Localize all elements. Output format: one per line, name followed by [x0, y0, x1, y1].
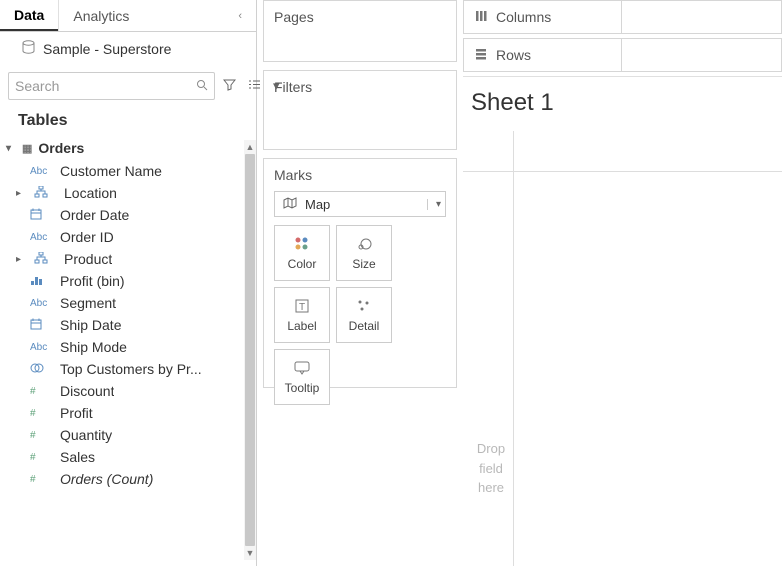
field-orders-count[interactable]: # Orders (Count) [0, 468, 256, 490]
filters-header: Filters [264, 71, 456, 103]
type-date-icon [30, 318, 50, 333]
scroll-up-icon[interactable]: ▲ [244, 140, 256, 154]
caret-right-icon: ▸ [16, 188, 24, 199]
mark-type-label: Map [305, 197, 330, 212]
field-order-id[interactable]: Abc Order ID [0, 226, 256, 248]
type-number-icon: # [30, 430, 50, 441]
canvas-vline [513, 131, 514, 566]
type-string-icon: Abc [30, 232, 50, 243]
view-list-icon[interactable] [244, 76, 265, 96]
columns-shelf[interactable]: Columns [463, 0, 782, 34]
mark-label-button[interactable]: T Label [274, 287, 330, 343]
pages-card[interactable]: Pages [263, 0, 457, 62]
field-order-date[interactable]: Order Date [0, 204, 256, 226]
tab-analytics-label: Analytics [73, 8, 129, 24]
type-string-icon: Abc [30, 342, 50, 353]
type-number-icon: # [30, 386, 50, 397]
field-profit[interactable]: # Profit [0, 402, 256, 424]
type-hierarchy-icon [34, 186, 54, 201]
size-icon [355, 235, 373, 253]
datasource-row[interactable]: Sample - Superstore [0, 32, 256, 66]
datasource-name: Sample - Superstore [43, 41, 171, 57]
scrollbar[interactable]: ▲ ▼ [244, 140, 256, 560]
table-name: Orders [38, 140, 84, 156]
columns-label: Columns [496, 9, 551, 25]
rows-shelf[interactable]: Rows [463, 38, 782, 72]
mark-detail-button[interactable]: Detail [336, 287, 392, 343]
mark-size-button[interactable]: Size [336, 225, 392, 281]
type-date-icon [30, 208, 50, 223]
canvas-hline [463, 171, 782, 172]
type-number-icon: # [30, 408, 50, 419]
field-product[interactable]: ▸ Product [0, 248, 256, 270]
marks-header: Marks [264, 159, 456, 191]
field-location[interactable]: ▸ Location [0, 182, 256, 204]
rows-label: Rows [496, 47, 531, 63]
tables-header: Tables [0, 106, 256, 136]
mark-tooltip-button[interactable]: Tooltip [274, 349, 330, 405]
type-string-icon: Abc [30, 166, 50, 177]
type-string-icon: Abc [30, 298, 50, 309]
rows-dropzone[interactable] [622, 39, 781, 71]
type-set-icon [30, 362, 50, 377]
columns-icon [474, 9, 488, 26]
detail-icon [355, 297, 373, 315]
chevron-down-icon: ▾ [427, 199, 441, 210]
field-discount[interactable]: # Discount [0, 380, 256, 402]
pages-header: Pages [264, 1, 456, 33]
field-sales[interactable]: # Sales [0, 446, 256, 468]
type-bin-icon [30, 274, 50, 289]
sheet-title[interactable]: Sheet 1 [471, 87, 782, 127]
field-quantity[interactable]: # Quantity [0, 424, 256, 446]
caret-right-icon: ▸ [16, 254, 24, 265]
marks-card: Marks Map ▾ Color Size [263, 158, 457, 388]
table-orders[interactable]: ▾ ▦ Orders [0, 136, 256, 160]
filter-icon[interactable] [219, 76, 240, 96]
search-input[interactable] [15, 78, 196, 94]
field-ship-mode[interactable]: Abc Ship Mode [0, 336, 256, 358]
mark-color-button[interactable]: Color [274, 225, 330, 281]
field-top-customers[interactable]: Top Customers by Pr... [0, 358, 256, 380]
mark-type-dropdown[interactable]: Map ▾ [274, 191, 446, 217]
scroll-thumb[interactable] [245, 154, 255, 546]
table-icon: ▦ [22, 142, 32, 155]
search-box[interactable] [8, 72, 215, 100]
worksheet-canvas[interactable]: Drop field here [463, 131, 782, 566]
caret-down-icon: ▾ [6, 143, 16, 154]
scroll-down-icon[interactable]: ▼ [244, 546, 256, 560]
field-segment[interactable]: Abc Segment [0, 292, 256, 314]
tab-analytics[interactable]: Analytics ‹ [58, 0, 256, 31]
svg-text:T: T [299, 302, 305, 313]
tab-data[interactable]: Data [0, 0, 58, 31]
datasource-icon [22, 40, 35, 58]
drop-field-hint: Drop field here [471, 439, 511, 498]
color-icon [293, 235, 311, 253]
type-hierarchy-icon [34, 252, 54, 267]
map-icon [283, 197, 297, 212]
columns-dropzone[interactable] [622, 1, 781, 33]
tooltip-icon [293, 359, 311, 377]
type-number-icon: # [30, 452, 50, 463]
view-dropdown-caret[interactable]: ▾ [269, 76, 284, 96]
type-number-icon: # [30, 474, 50, 485]
field-customer-name[interactable]: Abc Customer Name [0, 160, 256, 182]
rows-icon [474, 47, 488, 64]
field-profit-bin[interactable]: Profit (bin) [0, 270, 256, 292]
collapse-icon[interactable]: ‹ [238, 10, 242, 22]
filters-card[interactable]: Filters [263, 70, 457, 150]
field-ship-date[interactable]: Ship Date [0, 314, 256, 336]
label-icon: T [293, 297, 311, 315]
search-icon [196, 79, 208, 94]
